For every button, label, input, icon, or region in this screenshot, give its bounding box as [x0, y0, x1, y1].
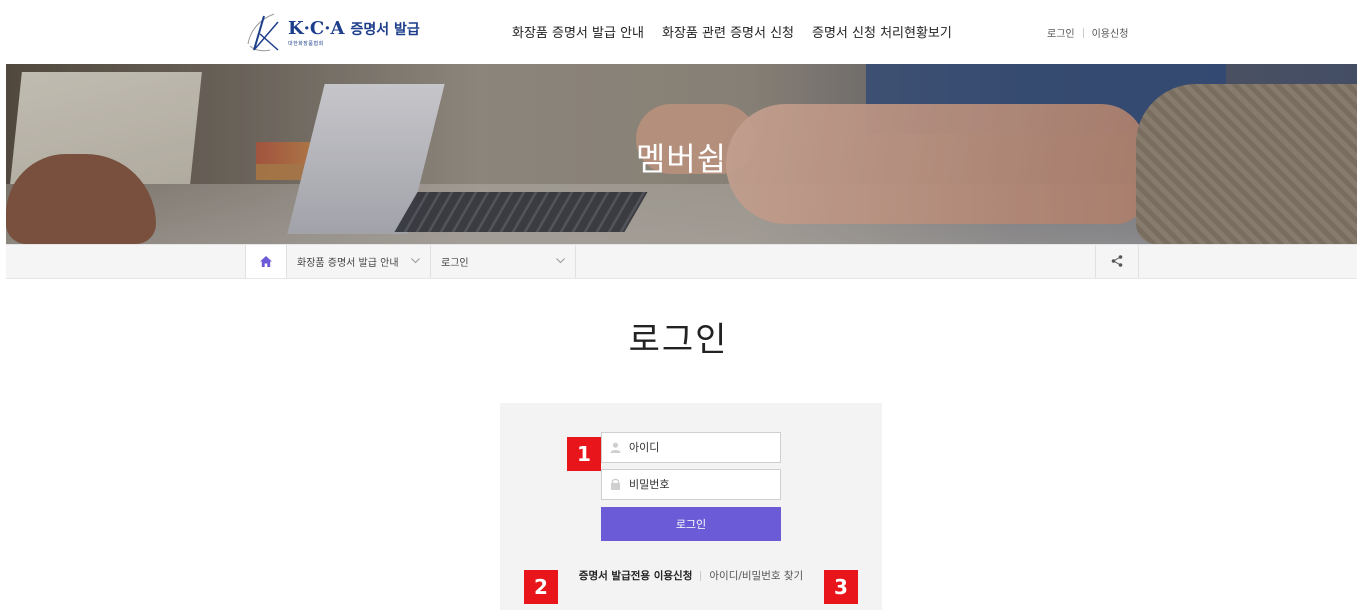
- gnb-item-guide[interactable]: 화장품 증명서 발급 안내: [512, 22, 644, 41]
- util-divider: [1082, 27, 1084, 38]
- chevron-down-icon: [556, 256, 565, 267]
- gnb-item-status[interactable]: 증명서 신청 처리현황보기: [812, 22, 952, 41]
- logo-mark-text: K·C·A: [288, 17, 345, 39]
- share-button[interactable]: [1095, 245, 1139, 278]
- location-bar: 화장품 증명서 발급 안내 로그인: [6, 244, 1357, 279]
- page-title: 로그인: [628, 320, 729, 360]
- util-signup-link[interactable]: 이용신청: [1092, 25, 1129, 40]
- breadcrumb-depth1-label: 화장품 증명서 발급 안내: [297, 258, 399, 269]
- annotation-badge-1: 1: [567, 437, 601, 471]
- annotation-badge-2: 2: [524, 570, 558, 604]
- logo-subtitle: 대한화장품협회: [288, 40, 324, 47]
- banner-title: 멤버쉽: [635, 140, 728, 178]
- id-input[interactable]: [629, 441, 769, 454]
- site-header: K·C·A 증명서 발급 대한화장품협회 화장품 증명서 발급 안내 화장품 관…: [0, 0, 1357, 64]
- breadcrumb-depth2-label: 로그인: [441, 258, 469, 269]
- links-divider: [700, 570, 702, 581]
- breadcrumb: 화장품 증명서 발급 안내 로그인: [245, 245, 576, 278]
- global-nav: 화장품 증명서 발급 안내 화장품 관련 증명서 신청 증명서 신청 처리현황보…: [512, 22, 970, 41]
- find-account-link[interactable]: 아이디/비밀번호 찾기: [709, 568, 803, 583]
- annotation-badge-3: 3: [824, 570, 858, 604]
- hero-banner: 멤버쉽: [6, 64, 1357, 244]
- home-icon: [260, 252, 272, 271]
- breadcrumb-home[interactable]: [245, 245, 287, 278]
- util-menu: 로그인 이용신청: [1047, 25, 1128, 40]
- lock-icon: [610, 475, 621, 494]
- signup-link[interactable]: 증명서 발급전용 이용신청: [579, 568, 693, 583]
- gnb-item-apply[interactable]: 화장품 관련 증명서 신청: [662, 22, 794, 41]
- password-field: [601, 469, 781, 500]
- breadcrumb-depth2-select[interactable]: 로그인: [431, 245, 576, 278]
- logo-emblem-icon: [244, 10, 286, 54]
- site-logo[interactable]: K·C·A 증명서 발급 대한화장품협회: [244, 10, 420, 54]
- share-icon: [1111, 252, 1123, 271]
- logo-title: 증명서 발급: [350, 21, 420, 38]
- password-input[interactable]: [629, 478, 769, 491]
- login-button[interactable]: 로그인: [601, 507, 781, 541]
- user-icon: [610, 438, 621, 457]
- util-login-link[interactable]: 로그인: [1047, 25, 1075, 40]
- breadcrumb-depth1-select[interactable]: 화장품 증명서 발급 안내: [287, 245, 431, 278]
- chevron-down-icon: [411, 256, 420, 267]
- id-field: [601, 432, 781, 463]
